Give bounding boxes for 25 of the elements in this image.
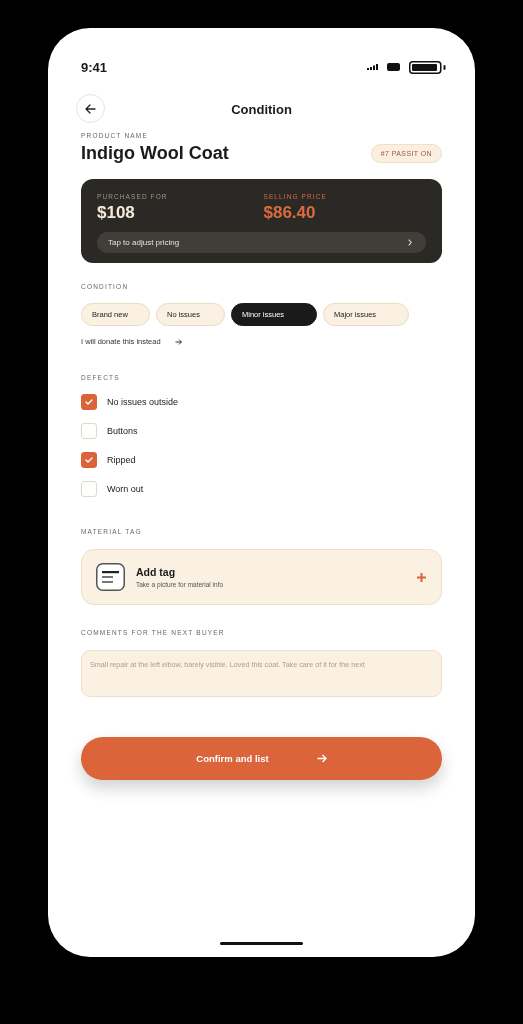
defect-label: Ripped [107,455,136,465]
confirm-button[interactable]: Confirm and list [81,737,442,780]
back-arrow-icon [85,103,96,114]
purchase-price: $108 [97,203,135,223]
battery-icon [409,60,446,74]
signal-icon [367,64,378,70]
arrow-right-icon [174,338,182,345]
defect-label: Buttons [107,426,138,436]
check-icon [85,457,93,463]
checkbox[interactable] [81,394,97,410]
arrow-right-icon [316,754,327,763]
defect-label: No issues outside [107,397,179,407]
adjust-pricing-button[interactable]: Tap to adjust pricing [97,232,426,253]
defect-label: Worn out [107,484,144,494]
add-tag-title: Add tag [136,566,176,578]
checkbox[interactable] [81,452,97,468]
product-name: Indigo Wool Coat [81,143,229,164]
back-button[interactable] [76,94,105,123]
plus-icon [417,572,426,582]
tag-icon [96,563,125,591]
check-icon [85,399,93,405]
status-time: 9:41 [81,59,108,75]
screen-title: Condition [231,101,292,117]
chevron-right-icon [408,239,412,246]
selling-price: $86.40 [263,203,316,223]
